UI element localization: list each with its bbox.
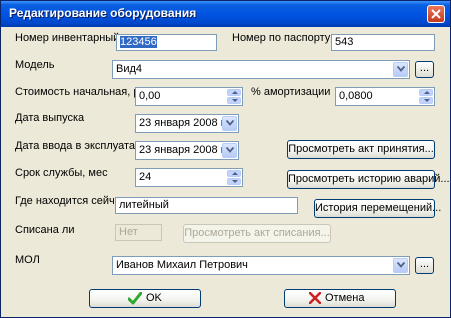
spin-up-button[interactable]	[227, 170, 241, 177]
model-dropdown-button[interactable]	[393, 62, 408, 77]
service-life-label: Срок службы, мес	[15, 167, 108, 179]
inventory-number-label: Номер инвентарный	[15, 32, 120, 44]
mol-browse-button[interactable]: ...	[415, 257, 434, 274]
release-date-label: Дата выпуска	[15, 112, 85, 124]
commission-date-picker[interactable]: 23 января 2008 г.	[135, 141, 239, 160]
model-browse-button[interactable]: ...	[415, 61, 434, 78]
written-off-label: Списана ли	[15, 224, 75, 236]
chevron-down-icon	[397, 262, 405, 268]
close-button[interactable]	[427, 5, 445, 23]
mol-dropdown-button[interactable]	[393, 258, 408, 273]
title-bar[interactable]: Редактирование оборудования	[1, 1, 450, 27]
cross-icon	[309, 292, 321, 304]
passport-number-input[interactable]: 543	[331, 34, 435, 51]
window-title: Редактирование оборудования	[9, 6, 197, 20]
depreciation-label: % амортизации	[251, 86, 331, 98]
close-icon	[431, 9, 441, 19]
chevron-down-icon	[397, 66, 405, 72]
view-writeoff-act-button: Просмотреть акт списания...	[183, 224, 331, 243]
spin-down-button[interactable]	[227, 97, 241, 104]
checkmark-icon	[128, 292, 142, 305]
dialog-client-area: Номер инвентарный 123456 Номер по паспор…	[4, 27, 450, 314]
chevron-down-icon	[226, 120, 234, 126]
initial-cost-spinner[interactable]: 0,00	[135, 87, 243, 106]
release-date-dropdown-button[interactable]	[222, 116, 237, 131]
movement-history-button[interactable]: История перемещений...	[314, 199, 441, 218]
written-off-field: Нет	[115, 224, 162, 241]
spin-up-button[interactable]	[227, 89, 241, 96]
cancel-button[interactable]: Отмена	[284, 289, 396, 308]
release-date-picker[interactable]: 23 января 2008 г.	[135, 114, 239, 133]
initial-cost-label: Стоимость начальная, руб.	[15, 86, 155, 98]
depreciation-spinner[interactable]: 0,0800	[335, 87, 435, 106]
ok-button[interactable]: OK	[89, 289, 201, 308]
spin-up-button[interactable]	[419, 89, 433, 96]
chevron-down-icon	[226, 147, 234, 153]
service-life-spinner[interactable]: 24	[135, 168, 243, 187]
inventory-number-input[interactable]: 123456	[116, 34, 217, 51]
passport-number-label: Номер по паспорту	[232, 32, 331, 44]
model-combobox[interactable]: Вид4	[112, 60, 410, 79]
edit-equipment-dialog: Редактирование оборудования Номер инвент…	[0, 0, 451, 318]
spin-down-button[interactable]	[419, 97, 433, 104]
mol-combobox[interactable]: Иванов Михаил Петрович	[112, 256, 410, 275]
spin-down-button[interactable]	[227, 178, 241, 185]
view-acceptance-act-button[interactable]: Просмотреть акт принятия...	[287, 140, 435, 159]
location-input[interactable]: литейный	[115, 197, 298, 214]
model-label: Модель	[15, 59, 55, 71]
view-accident-history-button[interactable]: Просмотреть историю аварий...	[287, 170, 450, 189]
location-label: Где находится сейчас	[15, 195, 127, 207]
mol-label: МОЛ	[15, 254, 40, 266]
commission-date-dropdown-button[interactable]	[222, 143, 237, 158]
